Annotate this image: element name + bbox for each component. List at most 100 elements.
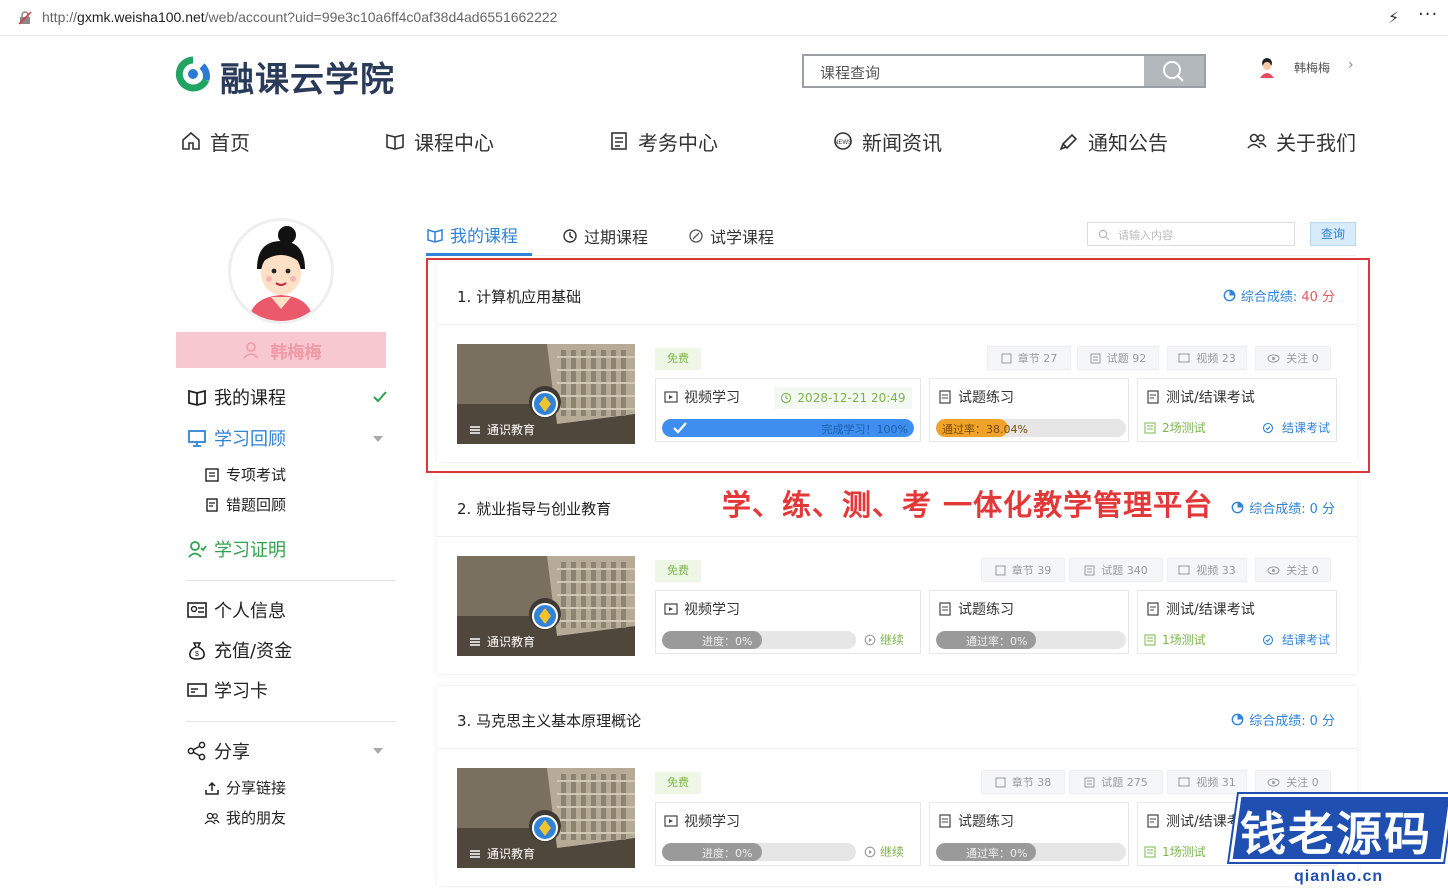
profile-name-bar[interactable]: 韩梅梅 <box>176 332 386 368</box>
profile-avatar[interactable] <box>228 218 334 324</box>
sidebar-label: 学习回顾 <box>214 429 286 450</box>
logo-icon[interactable] <box>172 56 214 92</box>
course-score: 综合成绩: 0 分 <box>1231 498 1335 517</box>
active-tab-indicator <box>426 253 532 256</box>
chapters-label: 章节 39 <box>1011 564 1052 577</box>
sidebar-label: 个人信息 <box>214 601 286 622</box>
questions-label: 试题 275 <box>1101 776 1148 789</box>
card-divider <box>437 536 1357 537</box>
more-icon[interactable]: ··· <box>1418 4 1438 25</box>
card-divider <box>437 748 1357 749</box>
sidebar-item-share-link[interactable]: 分享链接 <box>204 777 286 798</box>
nav-news[interactable]: NEWS 新闻资讯 <box>832 126 942 156</box>
tab-label: 试学课程 <box>710 228 775 247</box>
sidebar-item-study-card[interactable]: 学习卡 <box>186 677 268 703</box>
question-icon <box>1084 565 1095 575</box>
browser-address-bar[interactable]: http://gxmk.weisha100.net/web/account?ui… <box>0 0 1448 36</box>
video-study-label: 视频学习 <box>684 602 740 618</box>
nav-about[interactable]: 关于我们 <box>1246 126 1356 156</box>
share-icon <box>187 741 206 761</box>
course-thumbnail[interactable]: 通识教育 <box>457 768 635 868</box>
sidebar-item-share[interactable]: 分享 <box>186 738 250 764</box>
exam-label: 测试/结课考试 <box>1166 602 1255 618</box>
tab-my-courses[interactable]: 我的课程 <box>426 222 518 247</box>
practice-panel[interactable]: 试题练习 通过率：0% <box>929 590 1129 654</box>
course-filter-input[interactable]: 请输入内容 <box>1087 222 1295 246</box>
home-icon <box>182 131 200 150</box>
follow-label: 关注 0 <box>1286 564 1319 577</box>
thumbnail-caption: 通识教育 <box>469 845 535 862</box>
practice-panel[interactable]: 试题练习通过率：0% <box>929 802 1129 866</box>
search-button[interactable] <box>1144 56 1204 86</box>
continue-link[interactable]: 继续 <box>864 631 904 648</box>
tab-trial[interactable]: 试学课程 <box>688 224 774 248</box>
sidebar-item-recharge[interactable]: $ 充值/资金 <box>186 637 292 663</box>
friends-icon <box>204 812 220 824</box>
chevron-down-icon[interactable] <box>373 748 383 754</box>
sidebar-item-special-exam[interactable]: 专项考试 <box>204 464 286 485</box>
final-exam-link[interactable]: 结课考试 <box>1262 631 1330 648</box>
sidebar-label: 我的课程 <box>214 388 286 409</box>
url-text[interactable]: http://gxmk.weisha100.net/web/account?ui… <box>42 9 557 25</box>
query-button[interactable]: 查询 <box>1310 222 1356 246</box>
video-icon <box>1178 777 1190 787</box>
nav-notice[interactable]: 通知公告 <box>1058 126 1168 156</box>
sidebar-item-review[interactable]: 学习回顾 <box>186 425 286 451</box>
eye-icon <box>1267 565 1280 575</box>
follow-button[interactable]: 关注 0 <box>1255 558 1331 582</box>
course-title[interactable]: 3. 马克思主义基本原理概论 <box>457 710 641 731</box>
practice-title: 试题练习 <box>938 811 1014 831</box>
sidebar-item-friends[interactable]: 我的朋友 <box>204 807 286 828</box>
continue-link[interactable]: 继续 <box>864 843 904 860</box>
course-card[interactable]: 3. 马克思主义基本原理概论 综合成绩: 0 分通识教育 免费 章节 38 试题 275 视… <box>437 686 1357 886</box>
practice-label: 试题练习 <box>958 602 1014 618</box>
bolt-icon[interactable]: ⚡ <box>1388 8 1399 27</box>
people-icon <box>1247 133 1267 149</box>
nav-home[interactable]: 首页 <box>180 126 250 156</box>
exam-panel[interactable]: 测试/结课考试 1场测试 结课考试 <box>1137 590 1337 654</box>
username[interactable]: 韩梅梅 <box>1294 59 1330 76</box>
chevron-right-icon[interactable]: › <box>1348 57 1354 73</box>
score-label: 综合成绩: <box>1249 714 1306 729</box>
book-icon <box>427 228 443 243</box>
test-count: 1场测试 <box>1144 631 1206 648</box>
video-panel-icon <box>664 815 678 827</box>
video-study-panel[interactable]: 视频学习 进度：0% 继续 <box>655 802 921 866</box>
course-search[interactable]: 课程查询 <box>802 54 1206 88</box>
notice-icon <box>1059 133 1078 151</box>
list-icon <box>1144 846 1156 857</box>
sidebar-label: 充值/资金 <box>214 641 293 662</box>
thumbnail-caption-text: 通识教育 <box>487 635 536 649</box>
sidebar-label: 专项考试 <box>226 466 287 484</box>
video-study-panel[interactable]: 视频学习 进度：0% 继续 <box>655 590 921 654</box>
id-card-icon <box>187 602 207 618</box>
score-value: 0 分 <box>1309 714 1335 729</box>
course-thumbnail[interactable]: 通识教育 <box>457 556 635 656</box>
list-icon <box>1144 634 1156 645</box>
nav-course-center[interactable]: 课程中心 <box>384 126 494 156</box>
course-title[interactable]: 2. 就业指导与创业教育 <box>457 498 611 519</box>
pass-rate-bar: 通过率：0% <box>936 843 1126 861</box>
book-icon <box>188 389 206 406</box>
logo-text[interactable]: 融课云学院 <box>220 52 395 101</box>
sidebar-item-my-courses[interactable]: 我的课程 <box>186 384 286 410</box>
chevron-down-icon[interactable] <box>373 436 383 442</box>
search-input[interactable]: 课程查询 <box>820 62 880 83</box>
pass-rate-label: 通过率：0% <box>966 847 1028 860</box>
chapters-label: 章节 38 <box>1011 776 1052 789</box>
nav-label: 课程中心 <box>414 130 494 155</box>
card-icon <box>187 683 207 697</box>
video-panel-icon <box>664 603 678 615</box>
nav-exam-center[interactable]: 考务中心 <box>608 126 718 156</box>
sidebar-item-profile[interactable]: 个人信息 <box>186 597 286 623</box>
video-progress-bar: 进度：0% <box>662 843 856 861</box>
tab-expired[interactable]: 过期课程 <box>562 224 648 248</box>
watermark-sub: qianlao.cn <box>1294 868 1384 885</box>
sidebar-item-wrong-review[interactable]: 错题回顾 <box>204 494 286 515</box>
sidebar-item-certificate[interactable]: 学习证明 <box>186 536 286 562</box>
upload-icon <box>205 781 219 795</box>
site-info-icon[interactable] <box>18 11 32 25</box>
tab-bar-line <box>426 255 1356 256</box>
exam-gear-icon <box>1262 634 1274 645</box>
menu-icon <box>470 849 480 858</box>
